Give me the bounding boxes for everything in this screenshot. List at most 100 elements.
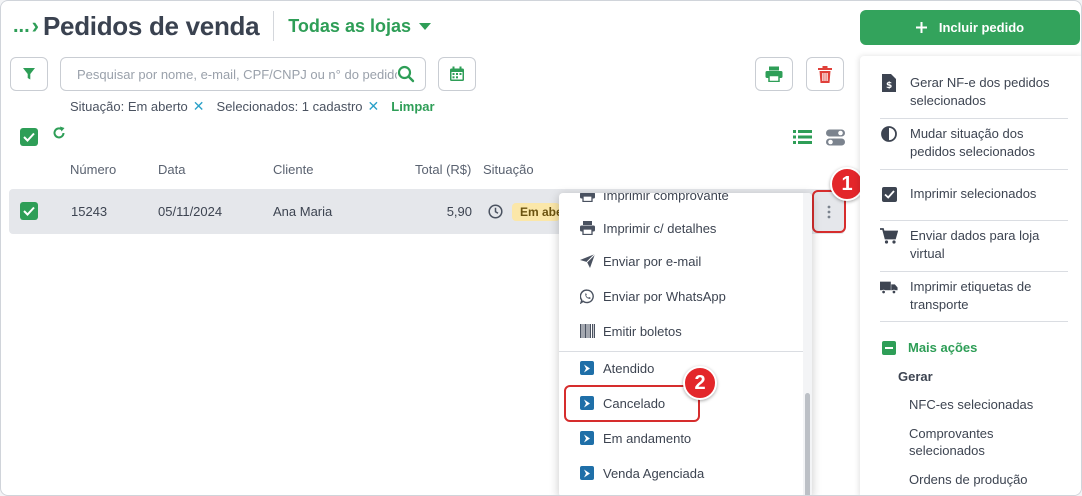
panel-divider <box>880 271 1068 272</box>
remove-filter-icon[interactable]: ✕ <box>193 98 205 115</box>
step-marker-1: 1 <box>830 167 864 201</box>
action-label: Gerar NF-e dos pedidos selecionados <box>910 75 1050 108</box>
column-header-data[interactable]: Data <box>158 162 185 177</box>
action-label: Imprimir selecionados <box>910 186 1037 201</box>
filter-chip-label: Selecionados: 1 cadastro <box>216 99 363 114</box>
trash-icon <box>818 65 832 83</box>
filter-button[interactable] <box>10 57 48 91</box>
menu-item-status-atendido[interactable]: Atendido <box>579 358 654 378</box>
printer-icon <box>579 220 595 236</box>
status-badge: Em aberto <box>512 203 560 221</box>
active-filters: Situação: Em aberto ✕ Selecionados: 1 ca… <box>70 98 435 115</box>
header-divider <box>273 11 275 41</box>
menu-item-label: Imprimir comprovante <box>603 193 729 203</box>
action-gerar-nfce[interactable]: NFC-es selecionadas <box>909 396 1059 413</box>
action-label: Mudar situação dos pedidos selecionados <box>910 126 1036 159</box>
menu-item-label: Imprimir c/ detalhes <box>603 220 717 236</box>
panel-divider <box>880 169 1068 170</box>
action-gerar-ordens-producao[interactable]: Ordens de produção <box>909 471 1059 488</box>
filter-chip-selecionados: Selecionados: 1 cadastro ✕ <box>217 98 380 115</box>
row-actions-menu: Imprimir comprovante Imprimir c/ detalhe… <box>559 193 812 495</box>
action-enviar-loja-virtual[interactable]: Enviar dados para loja virtual <box>880 227 1068 263</box>
calendar-icon <box>450 66 464 81</box>
more-actions-toggle[interactable]: Mais ações <box>882 340 977 355</box>
action-gerar-nfe[interactable]: $ Gerar NF-e dos pedidos selecionados <box>880 74 1068 110</box>
store-selector[interactable]: Todas as lojas <box>288 16 431 37</box>
menu-item-imprimir-detalhes[interactable]: Imprimir c/ detalhes <box>579 218 716 238</box>
cell-data: 05/11/2024 <box>158 204 223 219</box>
page-title: Pedidos de venda <box>43 10 260 41</box>
gerar-section-title: Gerar <box>898 369 933 384</box>
breadcrumb[interactable]: ... › <box>13 13 39 39</box>
chevron-right-icon: › <box>31 13 39 38</box>
cart-icon <box>880 227 898 245</box>
page-header: ... › Pedidos de venda Todas as lojas <box>13 9 431 43</box>
menu-item-enviar-email[interactable]: Enviar por e-mail <box>579 251 701 271</box>
cell-total: 5,90 <box>446 204 472 219</box>
printer-icon <box>765 66 783 82</box>
column-header-situacao[interactable]: Situação <box>483 162 534 177</box>
menu-item-status-em-andamento[interactable]: Em andamento <box>579 428 691 448</box>
status-arrow-icon <box>579 360 595 376</box>
action-imprimir-etiquetas[interactable]: Imprimir etiquetas de transporte <box>880 278 1068 314</box>
filter-chip-label: Situação: Em aberto <box>70 99 188 114</box>
menu-divider <box>559 351 803 352</box>
cell-cliente: Ana Maria <box>273 204 333 219</box>
remove-filter-icon[interactable]: ✕ <box>368 98 380 115</box>
caret-down-icon <box>418 22 431 30</box>
search-input[interactable] <box>77 66 397 82</box>
plus-icon <box>915 22 927 33</box>
column-header-numero[interactable]: Número <box>70 162 116 177</box>
printer-icon <box>579 193 595 203</box>
svg-text:$: $ <box>886 81 892 91</box>
menu-item-imprimir-comprovante[interactable]: Imprimir comprovante <box>579 193 729 205</box>
panel-divider <box>880 321 1068 322</box>
column-header-cliente[interactable]: Cliente <box>273 162 313 177</box>
cell-numero: 15243 <box>71 204 108 219</box>
menu-item-label: Atendido <box>603 360 655 376</box>
status-arrow-icon <box>579 430 595 446</box>
panel-divider <box>880 118 1068 119</box>
column-header-total[interactable]: Total (R$) <box>415 162 471 177</box>
collapse-icon <box>882 340 896 355</box>
checkbox-icon <box>880 185 898 203</box>
search-icon[interactable] <box>397 65 415 83</box>
toggle-columns-icon[interactable] <box>826 129 845 146</box>
menu-item-label: Em andamento <box>603 430 692 446</box>
menu-item-label: Emitir boletos <box>603 323 682 339</box>
breadcrumb-ellipsis[interactable]: ... <box>13 15 30 38</box>
select-all-checkbox[interactable] <box>20 128 38 146</box>
kebab-menu-icon <box>827 205 831 218</box>
invoice-icon: $ <box>880 74 898 92</box>
store-selector-label: Todas as lojas <box>288 15 411 36</box>
step-marker-2: 2 <box>683 366 717 400</box>
status-arrow-icon <box>579 465 595 481</box>
row-checkbox[interactable] <box>20 202 38 220</box>
refresh-icon[interactable] <box>52 126 66 140</box>
barcode-icon <box>579 323 595 339</box>
delete-button[interactable] <box>806 57 844 91</box>
menu-item-emitir-boletos[interactable]: Emitir boletos <box>579 321 682 341</box>
date-filter-button[interactable] <box>438 57 476 91</box>
more-actions-label: Mais ações <box>908 340 978 355</box>
action-gerar-comprovantes[interactable]: Comprovantes selecionados <box>909 425 1059 459</box>
menu-item-label: Venda Agenciada <box>603 465 705 481</box>
app-frame: ... › Pedidos de venda Todas as lojas Si… <box>0 0 1082 496</box>
add-order-label: Incluir pedido <box>938 20 1025 35</box>
check-icon <box>23 206 35 216</box>
menu-scrollbar[interactable] <box>803 193 812 495</box>
bulk-actions-panel: $ Gerar NF-e dos pedidos selecionados Mu… <box>860 56 1081 495</box>
filter-chip-situacao: Situação: Em aberto ✕ <box>70 98 205 115</box>
menu-item-status-venda-agenciada[interactable]: Venda Agenciada <box>579 463 704 483</box>
list-view-icon[interactable] <box>793 129 812 145</box>
half-circle-icon <box>880 125 898 143</box>
print-button[interactable] <box>755 57 793 91</box>
action-mudar-situacao[interactable]: Mudar situação dos pedidos selecionados <box>880 125 1068 161</box>
action-imprimir-selecionados[interactable]: Imprimir selecionados <box>880 185 1068 203</box>
clear-filters-link[interactable]: Limpar <box>391 99 434 114</box>
send-icon <box>579 253 595 269</box>
menu-scroll-thumb[interactable] <box>805 393 810 495</box>
add-order-button[interactable]: Incluir pedido <box>860 10 1080 45</box>
menu-item-enviar-whatsapp[interactable]: Enviar por WhatsApp <box>579 286 726 306</box>
menu-item-label: Enviar por e-mail <box>603 253 702 269</box>
